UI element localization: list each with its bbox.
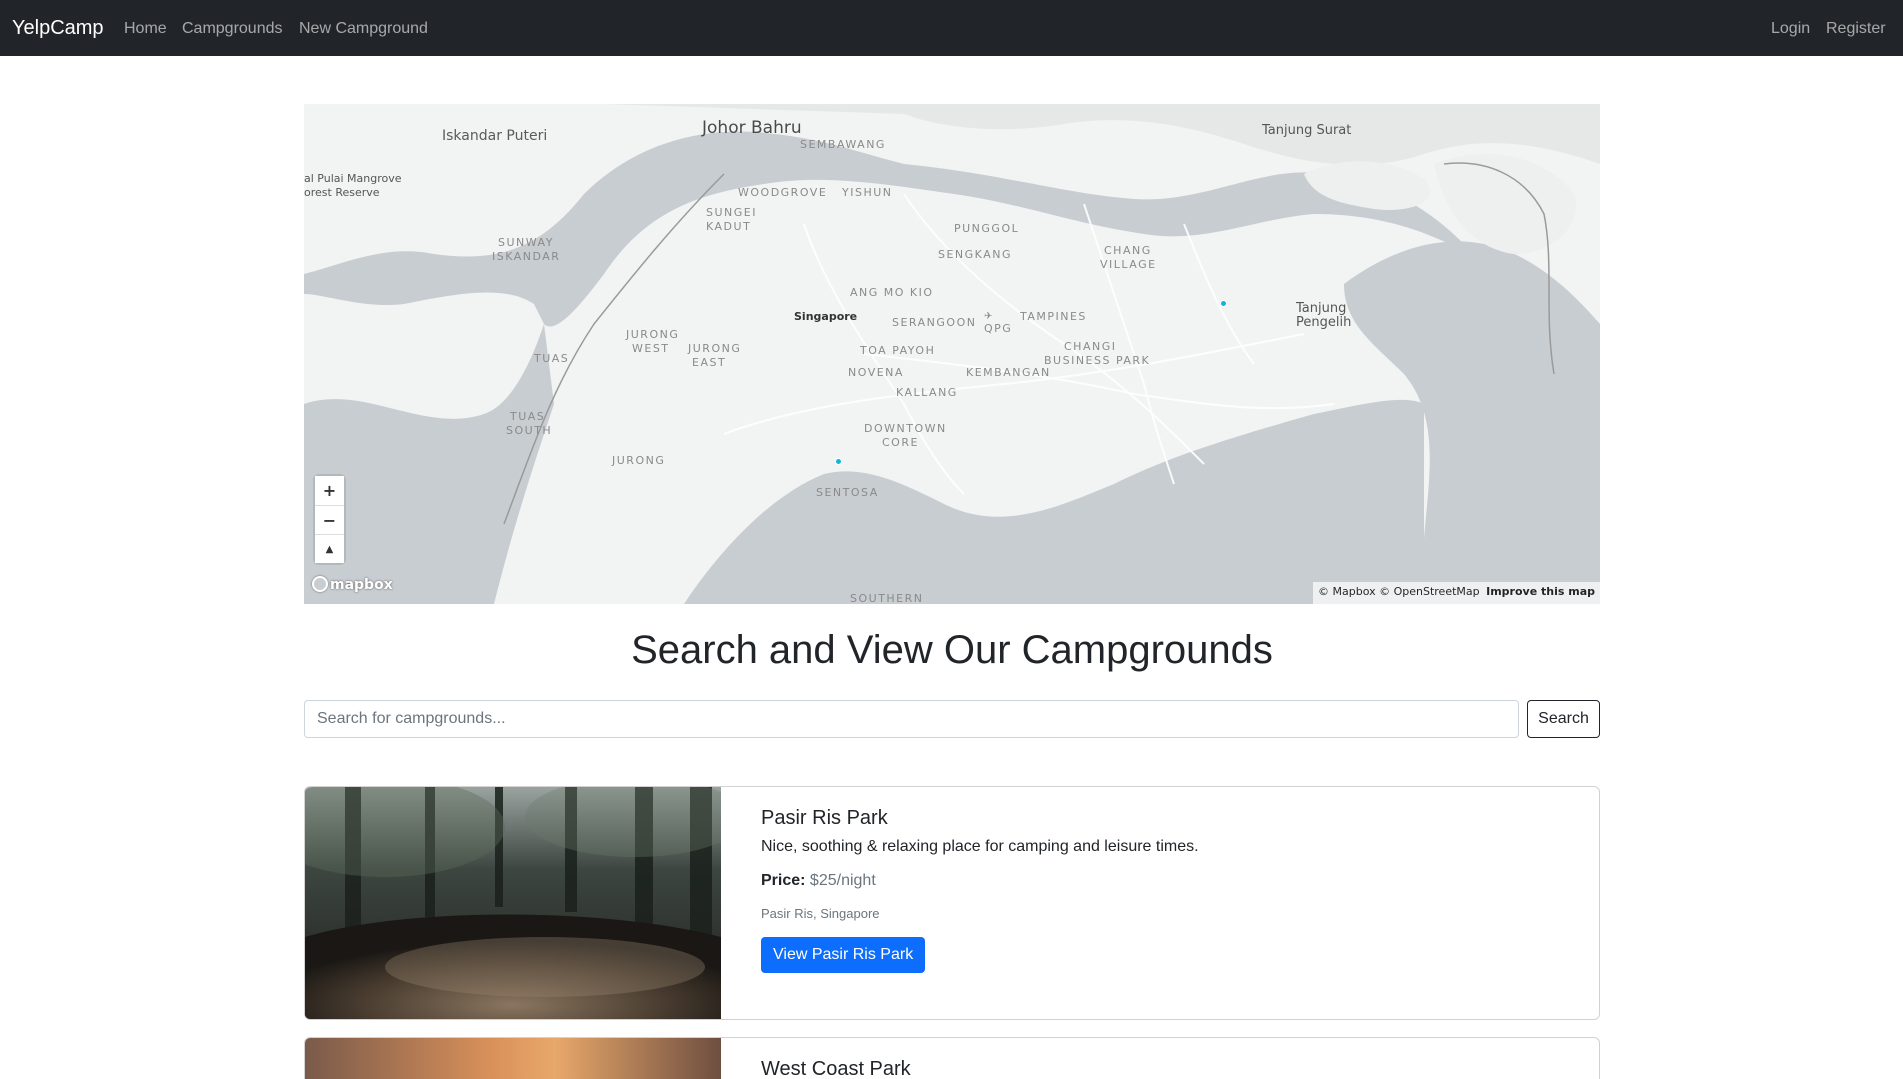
zoom-in-button[interactable]: + (315, 476, 344, 505)
map-label-sengkang: SENGKANG (938, 248, 1012, 261)
campground-price: Price: $25/night (761, 872, 1199, 890)
map-label-tuas-south-1: TUAS (510, 410, 546, 423)
map-label-village: VILLAGE (1100, 258, 1157, 271)
price-value: $25/night (809, 872, 876, 889)
zoom-out-button[interactable]: − (315, 505, 344, 534)
map-label-downtown-2: CORE (882, 436, 919, 449)
map-marker-pasir-ris[interactable] (1220, 300, 1227, 307)
map-road (1183, 223, 1255, 365)
map-label-kadut: KADUT (706, 220, 752, 233)
campground-image (305, 787, 721, 1019)
map-label-sunway: SUNWAY (498, 236, 554, 249)
map-water-south (684, 399, 1424, 604)
map-label-pulai-mangrove: al Pulai Mangrove (304, 172, 402, 185)
map-marker-west-coast[interactable] (835, 458, 842, 465)
map-label-chang: CHANG (1104, 244, 1152, 257)
map-label-yishun: YISHUN (842, 186, 893, 199)
card-body: West Coast Park (761, 1058, 911, 1079)
map-label-iskandar: ISKANDAR (492, 250, 561, 263)
campground-title: West Coast Park (761, 1058, 911, 1079)
view-campground-button[interactable]: View Pasir Ris Park (761, 937, 926, 973)
page-title: Search and View Our Campgrounds (631, 628, 1273, 672)
navbar: YelpCamp Home Campgrounds New Campground… (0, 0, 1903, 56)
mapbox-attribution-link[interactable]: © Mapbox (1318, 585, 1376, 598)
compass-button[interactable]: ▲ (315, 534, 344, 563)
brand-link[interactable]: YelpCamp (12, 17, 104, 40)
map-label-toa-payoh: TOA PAYOH (860, 344, 936, 357)
map-label-kembangan: KEMBANGAN (966, 366, 1051, 379)
campground-card: West Coast Park (304, 1037, 1600, 1079)
campground-title: Pasir Ris Park (761, 807, 888, 829)
map-label-sembawang: SEMBAWANG (800, 138, 886, 151)
map-label-changi-1: CHANGI (1064, 340, 1117, 353)
osm-attribution-link[interactable]: © OpenStreetMap (1379, 585, 1480, 598)
card-body: Pasir Ris Park Nice, soothing & relaxing… (761, 807, 1199, 973)
map-label-forest-reserve: orest Reserve (304, 186, 380, 199)
map-canvas (304, 104, 1600, 604)
map-label-ang-mo-kio: ANG MO KIO (850, 286, 934, 299)
map-label-qpg: QPG (984, 322, 1013, 335)
search-input[interactable] (304, 700, 1519, 738)
map-label-southern: SOUTHERN (850, 592, 924, 604)
improve-map-link[interactable]: Improve this map (1486, 585, 1595, 598)
map-label-tuas-south-2: SOUTH (506, 424, 553, 437)
map-label-tampines: TAMPINES (1020, 310, 1087, 323)
nav-link-campgrounds[interactable]: Campgrounds (182, 20, 283, 38)
map-label-sungei: SUNGEI (706, 206, 757, 219)
map-label-punggol: PUNGGOL (954, 222, 1020, 235)
mapbox-icon (312, 576, 328, 592)
map-label-jurong-west-1: JURONG (626, 328, 680, 341)
map-road (803, 223, 965, 495)
mapbox-logo[interactable]: mapbox (312, 576, 393, 593)
map-label-jurong-west-2: WEST (632, 342, 670, 355)
map-label-johor-bahru: Johor Bahru (702, 118, 802, 138)
map-label-iskandar-puteri: Iskandar Puteri (442, 128, 548, 144)
nav-link-home[interactable]: Home (124, 20, 167, 38)
map-label-changi-2: BUSINESS PARK (1044, 354, 1151, 367)
map-label-singapore: Singapore (794, 310, 858, 323)
cluster-map[interactable]: Johor Bahru Iskandar Puteri Tanjung Sura… (304, 104, 1600, 604)
map-label-serangoon: SERANGOON (892, 316, 977, 329)
map-label-novena: NOVENA (848, 366, 904, 379)
map-label-downtown-1: DOWNTOWN (864, 422, 947, 435)
map-label-sentosa: SENTOSA (816, 486, 879, 499)
search-button[interactable]: Search (1527, 700, 1600, 738)
price-label: Price: (761, 872, 806, 889)
nav-link-register[interactable]: Register (1826, 20, 1886, 38)
map-label-tuas: TUAS (534, 352, 570, 365)
map-label-jurong-east-1: JURONG (688, 342, 742, 355)
nav-link-new-campground[interactable]: New Campground (299, 20, 428, 38)
map-label-kallang: KALLANG (896, 386, 958, 399)
map-attribution: © Mapbox © OpenStreetMap Improve this ma… (1313, 582, 1600, 604)
campground-location: Pasir Ris, Singapore (761, 906, 880, 921)
map-label-tanjung: Tanjung (1296, 301, 1347, 316)
campground-card: Pasir Ris Park Nice, soothing & relaxing… (304, 786, 1600, 1020)
map-navigation-control: + − ▲ (315, 476, 344, 563)
map-label-tanjung-surat: Tanjung Surat (1262, 123, 1352, 138)
map-label-jurong-east-2: EAST (692, 356, 727, 369)
nav-link-login[interactable]: Login (1771, 20, 1810, 38)
campground-description: Nice, soothing & relaxing place for camp… (761, 838, 1199, 855)
map-label-pengelih: Pengelih (1296, 315, 1352, 330)
map-label-jurong: JURONG (612, 454, 666, 467)
map-road (723, 333, 1305, 435)
map-label-woodgrove: WOODGROVE (738, 186, 828, 199)
campground-image (305, 1038, 721, 1079)
